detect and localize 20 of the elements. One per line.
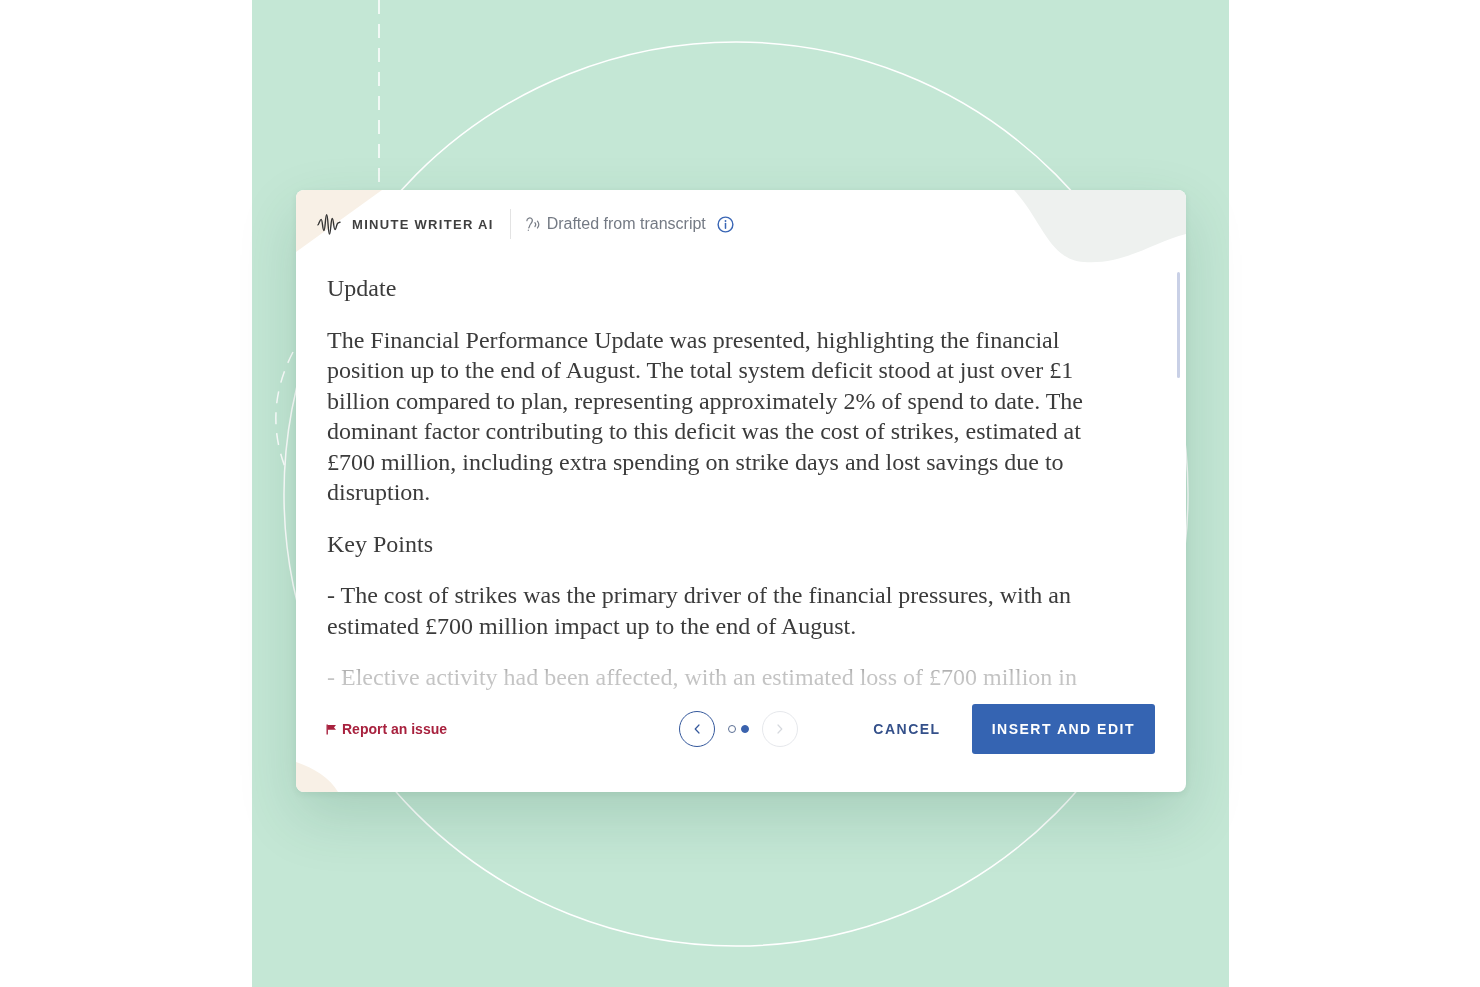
source-label: Drafted from transcript bbox=[546, 215, 706, 233]
cancel-button[interactable]: CANCEL bbox=[871, 715, 943, 743]
page-dot[interactable] bbox=[741, 725, 750, 733]
info-icon[interactable] bbox=[716, 215, 734, 233]
brand-name: MINUTE WRITER AI bbox=[352, 216, 494, 232]
section-heading: Key Points bbox=[327, 529, 433, 559]
report-issue-link[interactable]: Report an issue bbox=[326, 721, 448, 737]
insert-and-edit-button[interactable]: INSERT AND EDIT bbox=[971, 704, 1155, 754]
waveform-logo-icon bbox=[317, 212, 341, 236]
summary-paragraph: The Financial Performance Update was presented, highlighting the financial position up to the end of August. The total system deficit stood at just over £1 billion compared to plan, representing approximately 2% of spend to date. The dominant factor contributing to this deficit was the cost of strikes, estimated at £700 million, including extra spending on strike days and lost savings due to disruption. bbox=[327, 325, 1084, 507]
corner-shape bbox=[296, 762, 338, 792]
flag-icon bbox=[326, 723, 337, 735]
listening-ear-icon bbox=[524, 215, 542, 233]
chevron-right-icon bbox=[777, 724, 784, 734]
summary-paragraph: - The cost of strikes was the primary driver of the financial pressures, with an estimated £700 million impact up to the end of August. bbox=[327, 581, 1072, 641]
section-heading: Update bbox=[327, 274, 397, 303]
scrollbar-thumb[interactable] bbox=[1177, 272, 1180, 378]
previous-page-button[interactable] bbox=[679, 711, 716, 747]
page-dot[interactable] bbox=[728, 725, 737, 733]
chevron-left-icon bbox=[694, 724, 701, 734]
